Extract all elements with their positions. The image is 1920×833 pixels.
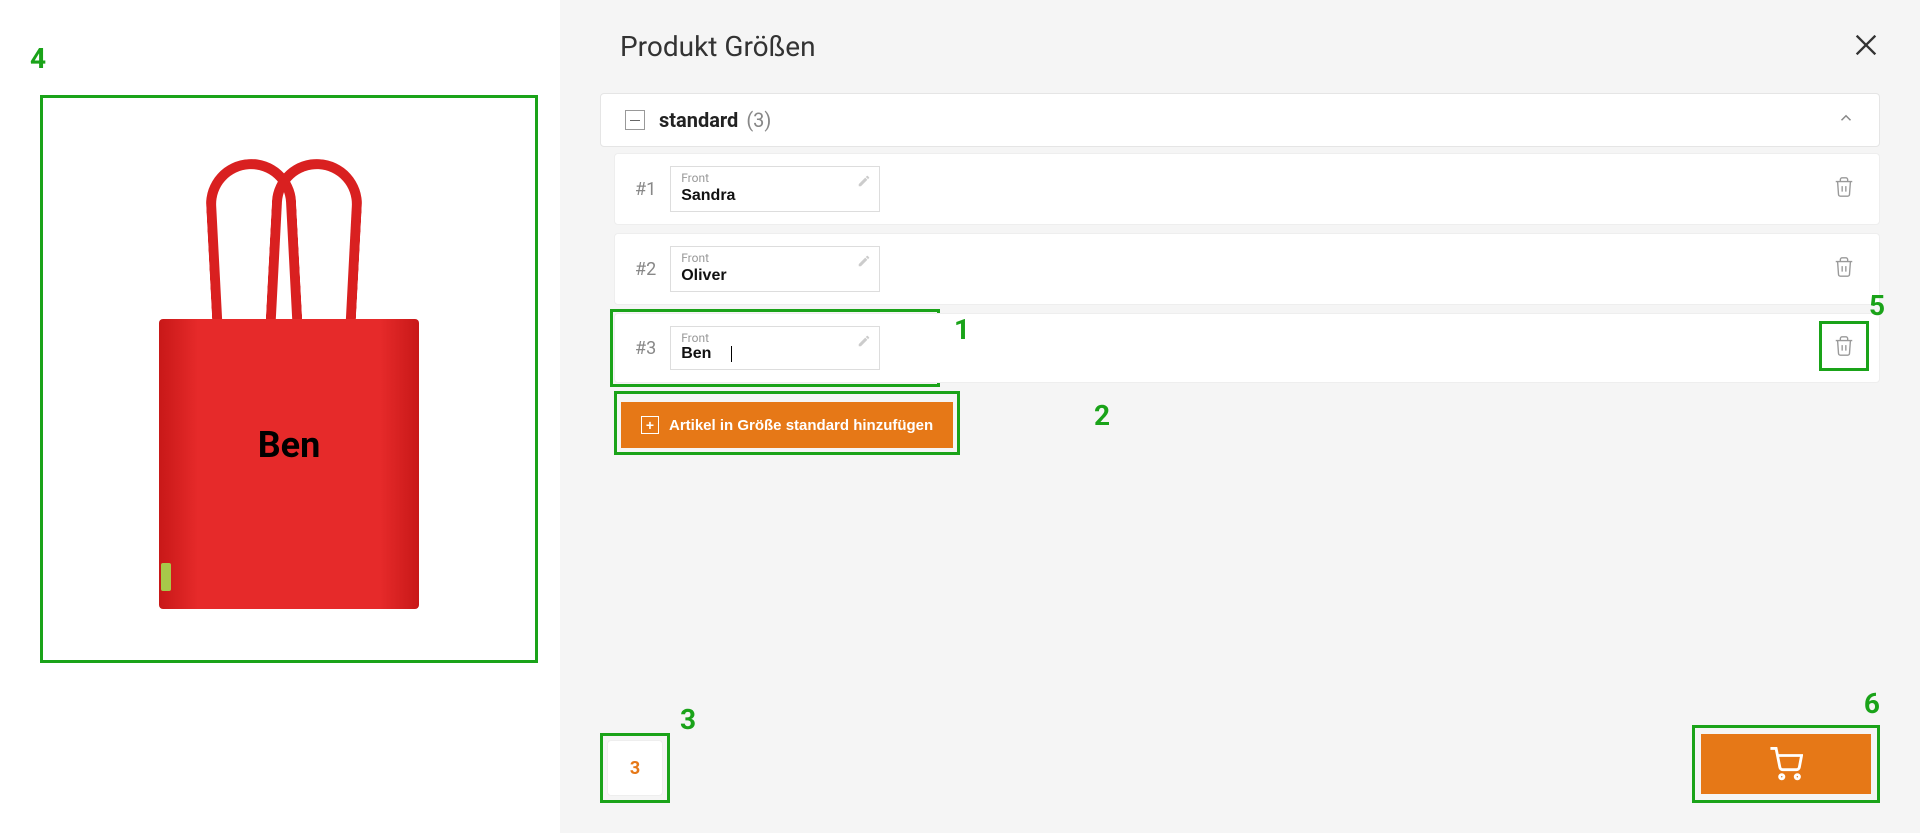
- front-input[interactable]: [681, 187, 869, 205]
- annotation-3: 3: [680, 703, 696, 736]
- annotation-4: 4: [30, 42, 46, 75]
- annotation-1: 1: [954, 313, 970, 346]
- annotation-5: 5: [1869, 289, 1885, 322]
- preview-text: Ben: [159, 424, 419, 466]
- input-label: Front: [681, 331, 869, 345]
- main-panel: Produkt Größen standard (3) #1 Front: [560, 0, 1920, 833]
- front-input[interactable]: [681, 267, 869, 285]
- delete-button[interactable]: [1829, 252, 1859, 286]
- front-input-group[interactable]: Front: [670, 166, 880, 212]
- input-label: Front: [681, 171, 869, 185]
- cart-button[interactable]: [1701, 734, 1871, 794]
- item-index: #2: [635, 259, 656, 280]
- size-count: (3): [746, 108, 771, 132]
- annotation-2: 2: [1094, 399, 1110, 432]
- preview-panel: 4 Ben: [0, 0, 560, 833]
- size-group-header[interactable]: standard (3): [600, 93, 1880, 147]
- item-row: #2 Front: [614, 233, 1880, 305]
- add-item-button[interactable]: + Artikel in Größe standard hinzufügen: [621, 402, 953, 448]
- cart-count: 3: [607, 740, 663, 796]
- front-input-group[interactable]: Front: [670, 326, 880, 370]
- plus-icon: +: [641, 416, 659, 434]
- edit-icon[interactable]: [857, 253, 871, 272]
- chevron-up-icon: [1837, 109, 1855, 131]
- annotation-6: 6: [1864, 687, 1880, 720]
- tote-bag-image: Ben: [149, 159, 429, 619]
- edit-icon[interactable]: [857, 173, 871, 192]
- delete-button[interactable]: [1829, 172, 1859, 206]
- collapse-icon[interactable]: [625, 110, 645, 130]
- delete-button[interactable]: [1829, 331, 1859, 365]
- item-index: #3: [635, 338, 656, 359]
- close-button[interactable]: [1852, 31, 1880, 63]
- size-name: standard: [659, 108, 738, 132]
- input-label: Front: [681, 251, 869, 265]
- item-row: #1 Front: [614, 153, 1880, 225]
- product-preview: Ben: [40, 95, 538, 663]
- item-index: #1: [635, 179, 656, 200]
- add-button-label: Artikel in Größe standard hinzufügen: [669, 417, 933, 434]
- item-row: #3 Front 5: [614, 313, 1880, 383]
- edit-icon[interactable]: [857, 333, 871, 352]
- front-input[interactable]: [681, 345, 730, 363]
- cart-icon: [1769, 747, 1803, 781]
- front-input-group[interactable]: Front: [670, 246, 880, 292]
- page-title: Produkt Größen: [620, 30, 816, 63]
